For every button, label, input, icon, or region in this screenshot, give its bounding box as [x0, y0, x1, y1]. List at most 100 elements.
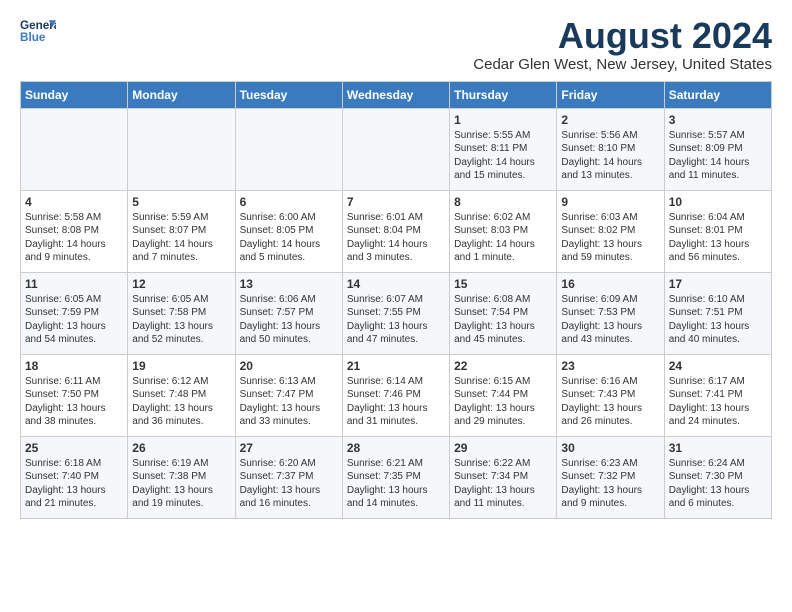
day-info: Sunrise: 6:10 AM Sunset: 7:51 PM Dayligh…: [669, 293, 767, 347]
day-info: Sunrise: 6:08 AM Sunset: 7:54 PM Dayligh…: [454, 293, 552, 347]
day-header-sunday: Sunday: [21, 81, 128, 108]
day-info: Sunrise: 6:12 AM Sunset: 7:48 PM Dayligh…: [132, 375, 230, 429]
day-number: 17: [669, 277, 767, 291]
calendar-table: SundayMondayTuesdayWednesdayThursdayFrid…: [20, 81, 772, 519]
calendar-cell: 6Sunrise: 6:00 AM Sunset: 8:05 PM Daylig…: [235, 190, 342, 272]
day-info: Sunrise: 6:21 AM Sunset: 7:35 PM Dayligh…: [347, 457, 445, 511]
day-info: Sunrise: 6:05 AM Sunset: 7:58 PM Dayligh…: [132, 293, 230, 347]
calendar-cell: 31 Sunrise: 6:24 AM Sunset: 7:30 PM Dayli…: [664, 436, 771, 518]
day-info: Sunrise: 6:13 AM Sunset: 7:47 PM Dayligh…: [240, 375, 338, 429]
day-number: 8: [454, 195, 552, 209]
calendar-cell: 29Sunrise: 6:22 AM Sunset: 7:34 PM Dayli…: [450, 436, 557, 518]
calendar-cell: 3 Sunrise: 5:57 AM Sunset: 8:09 PM Daylig…: [664, 108, 771, 190]
calendar-cell: 15Sunrise: 6:08 AM Sunset: 7:54 PM Dayli…: [450, 272, 557, 354]
day-number: 30: [561, 441, 659, 455]
calendar-cell: 26Sunrise: 6:19 AM Sunset: 7:38 PM Dayli…: [128, 436, 235, 518]
day-info: Sunrise: 6:02 AM Sunset: 8:03 PM Dayligh…: [454, 211, 552, 265]
day-number: 16: [561, 277, 659, 291]
day-info: Sunrise: 6:17 AM Sunset: 7:41 PM Dayligh…: [669, 375, 767, 429]
day-info: Sunrise: 6:11 AM Sunset: 7:50 PM Dayligh…: [25, 375, 123, 429]
day-header-wednesday: Wednesday: [342, 81, 449, 108]
day-number: 13: [240, 277, 338, 291]
day-info: Sunrise: 6:19 AM Sunset: 7:38 PM Dayligh…: [132, 457, 230, 511]
day-info: Sunrise: 6:09 AM Sunset: 7:53 PM Dayligh…: [561, 293, 659, 347]
day-info: Sunrise: 6:23 AM Sunset: 7:32 PM Dayligh…: [561, 457, 659, 511]
day-number: 11: [25, 277, 123, 291]
day-header-thursday: Thursday: [450, 81, 557, 108]
logo: General Blue: [20, 16, 56, 46]
day-info: Sunrise: 5:55 AM Sunset: 8:11 PM Dayligh…: [454, 129, 552, 183]
calendar-cell: 28 Sunrise: 6:21 AM Sunset: 7:35 PM Dayli…: [342, 436, 449, 518]
calendar-cell: 2 Sunrise: 5:56 AM Sunset: 8:10 PM Daylig…: [557, 108, 664, 190]
calendar-cell: 25 Sunrise: 6:18 AM Sunset: 7:40 PM Dayli…: [21, 436, 128, 518]
day-number: 5: [132, 195, 230, 209]
day-info: Sunrise: 6:07 AM Sunset: 7:55 PM Dayligh…: [347, 293, 445, 347]
day-number: 20: [240, 359, 338, 373]
day-info: Sunrise: 6:03 AM Sunset: 8:02 PM Dayligh…: [561, 211, 659, 265]
day-info: Sunrise: 6:14 AM Sunset: 7:46 PM Dayligh…: [347, 375, 445, 429]
day-info: Sunrise: 6:16 AM Sunset: 7:43 PM Dayligh…: [561, 375, 659, 429]
day-header-monday: Monday: [128, 81, 235, 108]
day-info: Sunrise: 5:56 AM Sunset: 8:10 PM Dayligh…: [561, 129, 659, 183]
calendar-cell: [342, 108, 449, 190]
calendar-cell: 4Sunrise: 5:58 AM Sunset: 8:08 PM Daylig…: [21, 190, 128, 272]
calendar-cell: 22Sunrise: 6:15 AM Sunset: 7:44 PM Dayli…: [450, 354, 557, 436]
calendar-cell: 19 Sunrise: 6:12 AM Sunset: 7:48 PM Dayli…: [128, 354, 235, 436]
day-number: 2: [561, 113, 659, 127]
calendar-cell: 1 Sunrise: 5:55 AM Sunset: 8:11 PM Daylig…: [450, 108, 557, 190]
day-number: 14: [347, 277, 445, 291]
day-number: 31: [669, 441, 767, 455]
calendar-week-row: 25 Sunrise: 6:18 AM Sunset: 7:40 PM Dayli…: [21, 436, 772, 518]
calendar-cell: 9 Sunrise: 6:03 AM Sunset: 8:02 PM Daylig…: [557, 190, 664, 272]
day-number: 24: [669, 359, 767, 373]
day-headers-row: SundayMondayTuesdayWednesdayThursdayFrid…: [21, 81, 772, 108]
day-info: Sunrise: 6:20 AM Sunset: 7:37 PM Dayligh…: [240, 457, 338, 511]
day-number: 12: [132, 277, 230, 291]
day-header-tuesday: Tuesday: [235, 81, 342, 108]
title-area: August 2024 Cedar Glen West, New Jersey,…: [473, 16, 772, 73]
logo-icon: General Blue: [20, 16, 56, 46]
day-info: Sunrise: 5:57 AM Sunset: 8:09 PM Dayligh…: [669, 129, 767, 183]
day-info: Sunrise: 6:24 AM Sunset: 7:30 PM Dayligh…: [669, 457, 767, 511]
day-number: 3: [669, 113, 767, 127]
calendar-cell: 17 Sunrise: 6:10 AM Sunset: 7:51 PM Dayli…: [664, 272, 771, 354]
day-number: 1: [454, 113, 552, 127]
calendar-cell: 10 Sunrise: 6:04 AM Sunset: 8:01 PM Dayli…: [664, 190, 771, 272]
calendar-week-row: 1 Sunrise: 5:55 AM Sunset: 8:11 PM Daylig…: [21, 108, 772, 190]
day-info: Sunrise: 6:00 AM Sunset: 8:05 PM Dayligh…: [240, 211, 338, 265]
calendar-cell: [21, 108, 128, 190]
day-number: 19: [132, 359, 230, 373]
calendar-cell: 21Sunrise: 6:14 AM Sunset: 7:46 PM Dayli…: [342, 354, 449, 436]
calendar-cell: 23Sunrise: 6:16 AM Sunset: 7:43 PM Dayli…: [557, 354, 664, 436]
day-info: Sunrise: 6:06 AM Sunset: 7:57 PM Dayligh…: [240, 293, 338, 347]
calendar-cell: 27 Sunrise: 6:20 AM Sunset: 7:37 PM Dayli…: [235, 436, 342, 518]
calendar-cell: 5 Sunrise: 5:59 AM Sunset: 8:07 PM Daylig…: [128, 190, 235, 272]
day-number: 9: [561, 195, 659, 209]
calendar-cell: [235, 108, 342, 190]
calendar-cell: 18 Sunrise: 6:11 AM Sunset: 7:50 PM Dayli…: [21, 354, 128, 436]
day-info: Sunrise: 6:05 AM Sunset: 7:59 PM Dayligh…: [25, 293, 123, 347]
calendar-cell: 16 Sunrise: 6:09 AM Sunset: 7:53 PM Dayli…: [557, 272, 664, 354]
calendar-week-row: 4Sunrise: 5:58 AM Sunset: 8:08 PM Daylig…: [21, 190, 772, 272]
calendar-cell: 8 Sunrise: 6:02 AM Sunset: 8:03 PM Daylig…: [450, 190, 557, 272]
calendar-cell: 13 Sunrise: 6:06 AM Sunset: 7:57 PM Dayli…: [235, 272, 342, 354]
day-number: 10: [669, 195, 767, 209]
day-info: Sunrise: 6:01 AM Sunset: 8:04 PM Dayligh…: [347, 211, 445, 265]
calendar-cell: 11 Sunrise: 6:05 AM Sunset: 7:59 PM Dayli…: [21, 272, 128, 354]
day-info: Sunrise: 6:04 AM Sunset: 8:01 PM Dayligh…: [669, 211, 767, 265]
month-year-title: August 2024: [473, 16, 772, 56]
day-number: 7: [347, 195, 445, 209]
day-number: 18: [25, 359, 123, 373]
day-number: 28: [347, 441, 445, 455]
day-number: 22: [454, 359, 552, 373]
calendar-cell: 12 Sunrise: 6:05 AM Sunset: 7:58 PM Dayli…: [128, 272, 235, 354]
day-number: 4: [25, 195, 123, 209]
day-info: Sunrise: 6:18 AM Sunset: 7:40 PM Dayligh…: [25, 457, 123, 511]
day-info: Sunrise: 5:59 AM Sunset: 8:07 PM Dayligh…: [132, 211, 230, 265]
day-number: 29: [454, 441, 552, 455]
svg-text:Blue: Blue: [20, 31, 46, 44]
calendar-cell: 24 Sunrise: 6:17 AM Sunset: 7:41 PM Dayli…: [664, 354, 771, 436]
day-number: 27: [240, 441, 338, 455]
day-header-saturday: Saturday: [664, 81, 771, 108]
day-number: 25: [25, 441, 123, 455]
